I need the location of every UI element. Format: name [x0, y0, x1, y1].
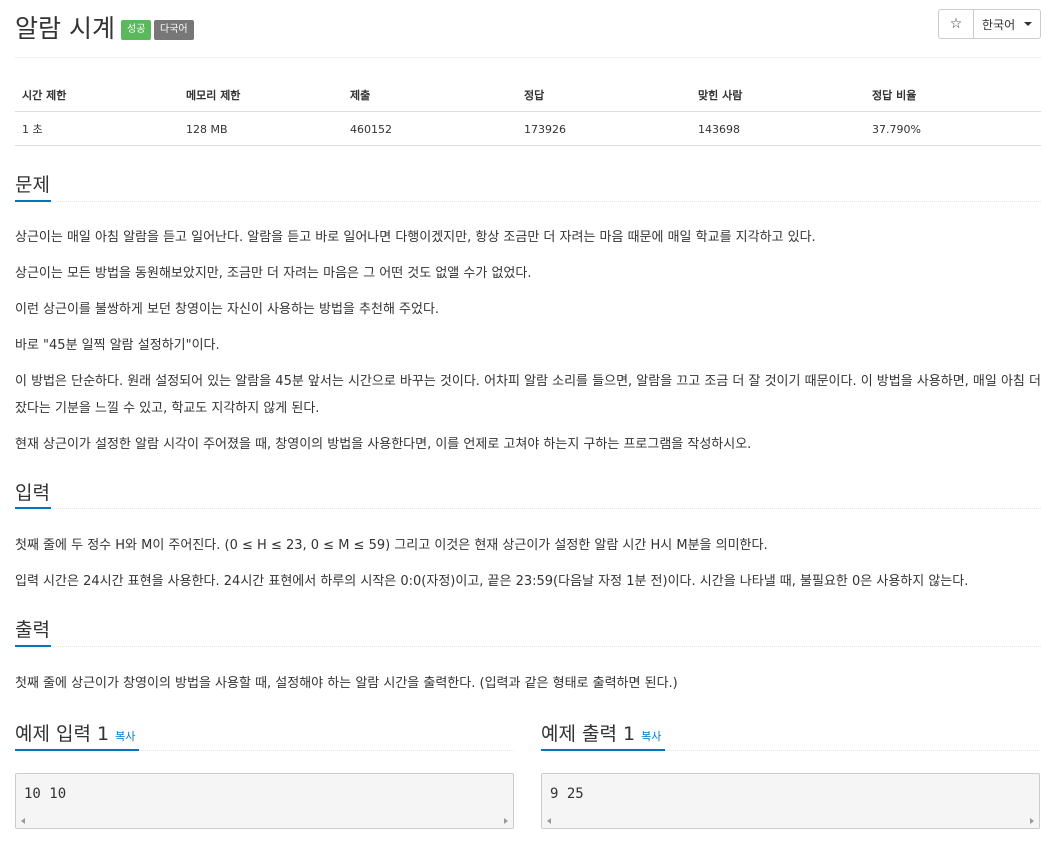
page-title: 알람 시계: [15, 14, 115, 43]
status-badge: 성공: [121, 20, 152, 40]
horizontal-scrollbar[interactable]: [542, 814, 1039, 828]
problem-paragraph: 현재 상근이가 설정한 알람 시각이 주어졌을 때, 창영이의 방법을 사용한다…: [15, 437, 752, 452]
problem-title: 문제: [15, 174, 50, 196]
sample-output-code: 9 25: [550, 786, 584, 802]
sample-input: 예제 입력 1 복사 10 10: [15, 712, 514, 829]
header-time-limit: 시간 제한: [15, 78, 179, 112]
header-accepted: 정답: [517, 78, 691, 112]
problem-paragraph: 이런 상근이를 불쌍하게 보던 창영이는 자신이 사용하는 방법을 추천해 주었…: [15, 302, 440, 317]
value-accepted: 173926: [517, 111, 691, 146]
input-section-head: 입력: [15, 476, 1041, 509]
page-header: 알람 시계 성공 다국어 ☆ 한국어: [15, 0, 1041, 58]
section-underline: [15, 507, 51, 509]
input-paragraph: 입력 시간은 24시간 표현을 사용한다. 24시간 표현에서 하루의 시작은 …: [15, 574, 969, 589]
sample-output-title-text: 예제 출력 1: [541, 723, 636, 745]
scroll-left-icon[interactable]: [547, 818, 551, 824]
input-body: 첫째 줄에 두 정수 H와 M이 주어진다. (0 ≤ H ≤ 23, 0 ≤ …: [15, 532, 1041, 595]
scroll-right-icon[interactable]: [1030, 818, 1034, 824]
copy-input-link[interactable]: 복사: [115, 730, 135, 743]
sample-input-box[interactable]: 10 10: [15, 773, 514, 829]
table-row: 1 초 128 MB 460152 173926 143698 37.790%: [15, 111, 1041, 146]
multilang-badge: 다국어: [154, 20, 194, 40]
problem-paragraph: 바로 "45분 일찍 알람 설정하기"이다.: [15, 338, 220, 353]
section-underline: [15, 200, 51, 202]
output-paragraph: 첫째 줄에 상근이가 창영이의 방법을 사용할 때, 설정해야 하는 알람 시간…: [15, 676, 678, 691]
language-dropdown[interactable]: 한국어: [974, 9, 1041, 39]
language-label: 한국어: [982, 17, 1016, 32]
caret-down-icon: [1024, 22, 1032, 26]
value-ratio: 37.790%: [865, 111, 1041, 146]
value-memory-limit: 128 MB: [179, 111, 343, 146]
value-time-limit: 1 초: [15, 111, 179, 146]
problem-paragraph: 상근이는 모든 방법을 동원해보았지만, 조금만 더 자려는 마음은 그 어떤 …: [15, 266, 532, 281]
header-actions: ☆ 한국어: [938, 9, 1041, 39]
input-title: 입력: [15, 482, 50, 504]
copy-output-link[interactable]: 복사: [641, 730, 661, 743]
output-section: 출력 첫째 줄에 상근이가 창영이의 방법을 사용할 때, 설정해야 하는 알람…: [15, 613, 1041, 697]
problem-paragraph: 이 방법은 단순하다. 원래 설정되어 있는 알람을 45분 앞서는 시간으로 …: [15, 374, 1041, 416]
problem-paragraph: 상근이는 매일 아침 알람을 듣고 일어난다. 알람을 듣고 바로 일어나면 다…: [15, 230, 816, 245]
output-body: 첫째 줄에 상근이가 창영이의 방법을 사용할 때, 설정해야 하는 알람 시간…: [15, 670, 1041, 697]
input-paragraph: 첫째 줄에 두 정수 H와 M이 주어진다. (0 ≤ H ≤ 23, 0 ≤ …: [15, 538, 768, 553]
samples-area: 예제 입력 1 복사 10 10 예제 출력 1 복사 9 25: [15, 712, 1041, 832]
section-underline: [541, 749, 665, 751]
sample-input-code: 10 10: [24, 786, 67, 802]
problem-info-table: 시간 제한 메모리 제한 제출 정답 맞힌 사람 정답 비율 1 초 128 M…: [15, 78, 1041, 146]
star-icon: ☆: [949, 16, 963, 32]
section-underline: [15, 645, 51, 647]
problem-page: 알람 시계 성공 다국어 ☆ 한국어 시간 제한 메모리 제한 제출 정답 맞힌…: [0, 0, 1056, 842]
sample-input-title-text: 예제 입력 1: [15, 723, 110, 745]
value-solvers: 143698: [691, 111, 865, 146]
header-solvers: 맞힌 사람: [691, 78, 865, 112]
horizontal-scrollbar[interactable]: [16, 814, 513, 828]
header-memory-limit: 메모리 제한: [179, 78, 343, 112]
favorite-button[interactable]: ☆: [938, 9, 974, 39]
output-title: 출력: [15, 619, 50, 641]
header-submissions: 제출: [343, 78, 517, 112]
scroll-left-icon[interactable]: [21, 818, 25, 824]
sample-output: 예제 출력 1 복사 9 25: [541, 712, 1040, 829]
table-header-row: 시간 제한 메모리 제한 제출 정답 맞힌 사람 정답 비율: [15, 78, 1041, 112]
header-ratio: 정답 비율: [865, 78, 1041, 112]
sample-input-head: 예제 입력 1 복사: [15, 712, 514, 751]
sample-output-box[interactable]: 9 25: [541, 773, 1040, 829]
problem-section-head: 문제: [15, 168, 1041, 202]
scroll-right-icon[interactable]: [504, 818, 508, 824]
sample-output-head: 예제 출력 1 복사: [541, 712, 1040, 751]
problem-section: 문제 상근이는 매일 아침 알람을 듣고 일어난다. 알람을 듣고 바로 일어나…: [15, 168, 1041, 458]
section-underline: [15, 749, 139, 751]
sample-output-title: 예제 출력 1 복사: [541, 719, 661, 746]
output-section-head: 출력: [15, 613, 1041, 647]
sample-input-title: 예제 입력 1 복사: [15, 719, 135, 746]
problem-body: 상근이는 매일 아침 알람을 듣고 일어난다. 알람을 듣고 바로 일어나면 다…: [15, 224, 1041, 458]
input-section: 입력 첫째 줄에 두 정수 H와 M이 주어진다. (0 ≤ H ≤ 23, 0…: [15, 476, 1041, 595]
value-submissions[interactable]: 460152: [343, 111, 517, 146]
